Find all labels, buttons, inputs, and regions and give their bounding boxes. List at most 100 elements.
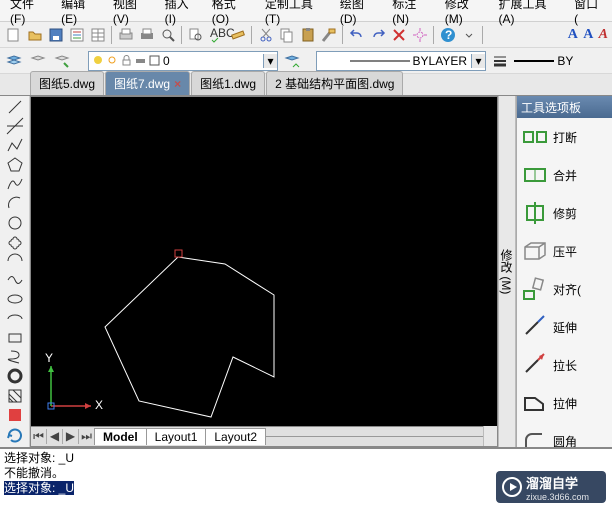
palette-item-join[interactable]: 合并 <box>517 156 612 194</box>
watermark-badge: 溜溜自学 zixue.3d66.com <box>496 471 606 503</box>
burst-icon[interactable] <box>410 25 430 45</box>
cut-icon[interactable] <box>256 25 276 45</box>
linetype-value: BYLAYER <box>413 54 467 68</box>
scroll-corner <box>483 426 497 446</box>
watermark-url: zixue.3d66.com <box>526 492 589 502</box>
print-icon[interactable] <box>137 25 157 45</box>
palette-tabs-strip: 修改 (M) 查询 三维动态观察 绘图 <box>498 96 516 447</box>
arc2-icon[interactable] <box>4 252 26 270</box>
help-icon[interactable]: ? <box>438 25 458 45</box>
preview-icon[interactable] <box>158 25 178 45</box>
pline-icon[interactable] <box>4 136 26 154</box>
spline-icon[interactable] <box>4 175 26 193</box>
palette-item-flatten[interactable]: 压平 <box>517 232 612 270</box>
svg-text:?: ? <box>445 28 452 42</box>
nav-first-icon[interactable]: ⏮ <box>31 429 47 444</box>
find-icon[interactable] <box>186 25 206 45</box>
hatch-icon[interactable] <box>4 387 26 405</box>
draw-toolbar <box>0 96 30 447</box>
linetype2-value: BY <box>557 54 573 68</box>
match-icon[interactable] <box>319 25 339 45</box>
redo-icon[interactable] <box>368 25 388 45</box>
gradient-icon[interactable] <box>4 406 26 424</box>
save-icon[interactable] <box>46 25 66 45</box>
nav-last-icon[interactable]: ⏭ <box>79 429 95 444</box>
layer-prev-icon[interactable] <box>28 51 48 71</box>
donut-icon[interactable] <box>4 367 26 385</box>
palette-item-stretch[interactable]: 拉伸 <box>517 384 612 422</box>
menu-ext[interactable]: 扩展工具(A) <box>493 0 569 28</box>
layer-color-icon <box>149 55 160 66</box>
menu-window[interactable]: 窗口( <box>568 0 608 28</box>
doc-tab-active[interactable]: 图纸7.dwg× <box>105 71 190 95</box>
text-style-a1[interactable]: A <box>568 27 578 43</box>
ellipse-arc-icon[interactable] <box>4 310 26 328</box>
lineweight-icon[interactable] <box>490 51 510 71</box>
doc-tab[interactable]: 图纸5.dwg <box>30 71 104 95</box>
drawing-canvas[interactable]: X Y <box>31 97 497 426</box>
plot-flag-icon <box>135 55 146 66</box>
line-icon[interactable] <box>4 98 26 116</box>
linetype-combo[interactable]: BYLAYER ▾ <box>316 51 486 71</box>
palette-title: 工具选项板 <box>517 96 612 118</box>
bulb-on-icon <box>93 55 104 66</box>
nav-prev-icon[interactable]: ◀ <box>47 429 63 444</box>
helix-icon[interactable] <box>4 348 26 366</box>
document-tabs: 图纸5.dwg 图纸7.dwg× 图纸1.dwg 2 基础结构平面图.dwg <box>0 74 612 96</box>
layer-name: 0 <box>163 54 170 68</box>
play-icon <box>502 477 522 497</box>
layout-tab-model[interactable]: Model <box>94 428 147 445</box>
layer-manager-icon[interactable] <box>4 51 24 71</box>
palette-item-fillet[interactable]: 圆角 <box>517 422 612 447</box>
layer-match-icon[interactable] <box>282 51 302 71</box>
layout-tab[interactable]: Layout1 <box>146 428 207 445</box>
doc-tab[interactable]: 图纸1.dwg <box>191 71 265 95</box>
calc-icon[interactable] <box>67 25 87 45</box>
strip-modify[interactable]: 修改 (M) <box>498 243 515 300</box>
revcloud-icon[interactable] <box>4 233 26 251</box>
rect-icon[interactable] <box>4 329 26 347</box>
lock-icon <box>121 55 132 66</box>
close-icon[interactable]: × <box>174 77 181 91</box>
paste-icon[interactable] <box>298 25 318 45</box>
table-icon[interactable] <box>88 25 108 45</box>
arc-icon[interactable] <box>4 194 26 212</box>
plot-icon[interactable] <box>116 25 136 45</box>
erase-icon[interactable] <box>389 25 409 45</box>
circle-icon[interactable] <box>4 213 26 231</box>
ellipse-icon[interactable] <box>4 290 26 308</box>
menu-bar: 文件(F) 编辑(E) 视图(V) 插入(I) 格式(O) 定制工具(T) 绘图… <box>0 0 612 22</box>
chevron-down-icon[interactable]: ▾ <box>263 54 277 68</box>
chevron-down-icon[interactable]: ▾ <box>471 54 485 68</box>
xline-icon[interactable] <box>4 117 26 135</box>
text-style-a3[interactable]: A <box>599 27 608 43</box>
open-icon[interactable] <box>25 25 45 45</box>
palette-item-extend[interactable]: 延伸 <box>517 308 612 346</box>
text-style-a2[interactable]: A <box>583 27 593 43</box>
layout-tab[interactable]: Layout2 <box>205 428 266 445</box>
copy-icon[interactable] <box>277 25 297 45</box>
spline2-icon[interactable] <box>4 271 26 289</box>
layer-combo[interactable]: 0 ▾ <box>88 51 278 71</box>
cmd-history-line: 选择对象: _U <box>4 451 608 466</box>
spell-icon[interactable]: ABC <box>207 25 227 45</box>
polyline-shape <box>105 257 274 417</box>
palette-item-align[interactable]: 对齐( <box>517 270 612 308</box>
sun-icon <box>107 55 118 66</box>
layer-states-icon[interactable] <box>52 51 72 71</box>
new-icon[interactable] <box>4 25 24 45</box>
measure-icon[interactable] <box>228 25 248 45</box>
dropdown-icon[interactable] <box>459 25 479 45</box>
polygon-icon[interactable] <box>4 156 26 174</box>
grip-point[interactable] <box>175 250 182 257</box>
layout-tabs: ⏮ ◀ ▶ ⏭ Model Layout1 Layout2 <box>31 426 483 446</box>
palette-item-break[interactable]: 打断 <box>517 118 612 156</box>
tool-palette: 工具选项板 打断 合并 修剪 压平 对齐( 延伸 拉长 拉伸 圆角 <box>516 96 612 447</box>
watermark-brand: 溜溜自学 <box>526 473 589 492</box>
doc-tab[interactable]: 2 基础结构平面图.dwg <box>266 71 403 95</box>
palette-item-trim[interactable]: 修剪 <box>517 194 612 232</box>
palette-item-lengthen[interactable]: 拉长 <box>517 346 612 384</box>
nav-next-icon[interactable]: ▶ <box>63 429 79 444</box>
refresh-icon[interactable] <box>4 425 26 447</box>
undo-icon[interactable] <box>347 25 367 45</box>
